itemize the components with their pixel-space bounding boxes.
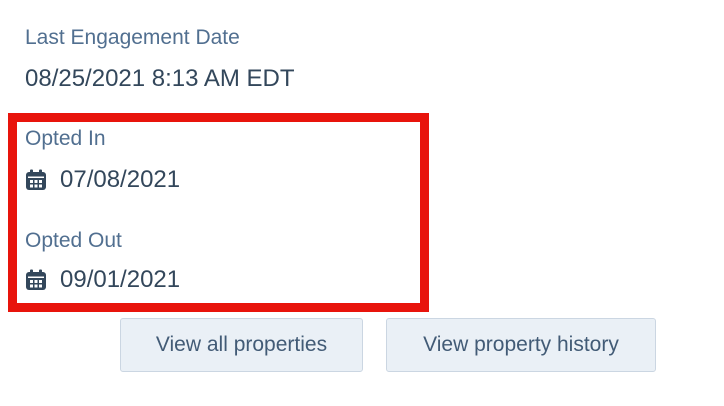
view-all-properties-button[interactable]: View all properties [120,318,363,372]
opted-out-date-value: 09/01/2021 [60,266,181,293]
last-engagement-date-label: Last Engagement Date [25,26,240,49]
opted-in-date-value: 07/08/2021 [60,166,181,193]
view-property-history-button[interactable]: View property history [386,318,656,372]
calendar-icon [26,169,46,190]
contact-properties-panel: Last Engagement Date 08/25/2021 8:13 AM … [0,0,724,406]
opted-out-label: Opted Out [25,229,122,252]
opted-in-label: Opted In [25,127,106,150]
opted-out-date-field[interactable]: 09/01/2021 [25,268,180,292]
calendar-icon [26,269,46,290]
opted-in-date-field[interactable]: 07/08/2021 [25,168,180,192]
last-engagement-date-value: 08/25/2021 8:13 AM EDT [25,65,295,92]
